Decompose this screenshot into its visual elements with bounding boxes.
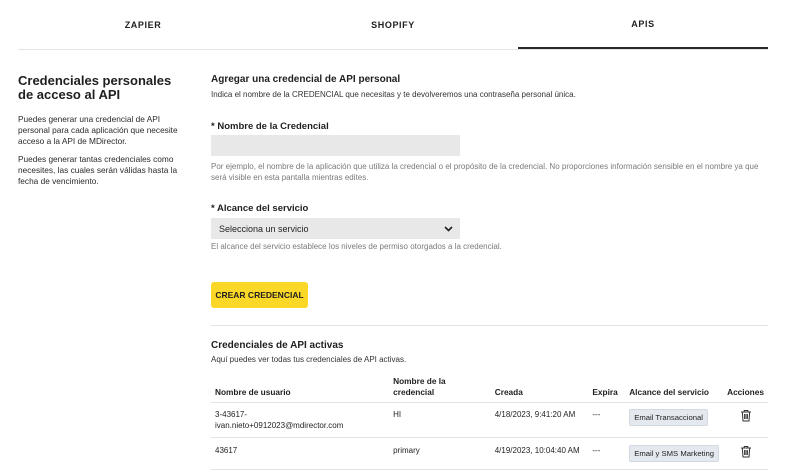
chevron-down-icon	[444, 224, 453, 234]
active-credentials-subtitle: Aquí puedes ver todas tus credenciales d…	[211, 355, 407, 364]
col-actions: Acciones	[723, 372, 768, 403]
credential-name-label: * Nombre de la Credencial	[211, 121, 329, 132]
tab-zapier[interactable]: ZAPIER	[18, 0, 268, 49]
section-divider	[211, 325, 768, 326]
integration-tabs: ZAPIER SHOPIFY APIS	[18, 0, 768, 50]
form-title: Agregar una credencial de API personal	[211, 74, 401, 85]
table-row: 43617 primary 4/19/2023, 10:04:40 AM ---…	[211, 437, 768, 470]
scope-badge: Email Transaccional	[629, 408, 708, 426]
info-paragraph-2: Puedes generar tantas credenciales como …	[18, 154, 178, 186]
credentials-table: Nombre de usuario Nombre de la credencia…	[211, 372, 768, 470]
col-expires: Expira	[588, 372, 626, 403]
cell-credential: primary	[389, 437, 491, 470]
scope-select-value: Selecciona un servicio	[219, 223, 309, 234]
scope-help: El alcance del servicio establece los ni…	[211, 242, 502, 251]
table-row: 3-43617- ivan.nieto+0912023@mdirector.co…	[211, 402, 768, 438]
col-credential-name: Nombre de la credencial	[389, 372, 491, 403]
cell-actions	[723, 402, 768, 438]
info-title: Credenciales personales de acceso al API	[18, 73, 172, 102]
info-paragraph-1: Puedes generar una credencial de API per…	[18, 114, 178, 146]
cell-expires: ---	[588, 402, 626, 438]
col-username: Nombre de usuario	[211, 372, 390, 403]
col-created: Creada	[490, 372, 589, 403]
trash-icon[interactable]	[740, 445, 752, 458]
create-credential-button[interactable]: CREAR CREDENCIAL	[211, 282, 308, 308]
tab-shopify[interactable]: SHOPIFY	[268, 0, 518, 49]
info-panel: Credenciales personales de acceso al API…	[18, 74, 186, 194]
scope-select[interactable]: Selecciona un servicio	[211, 218, 460, 239]
col-scope: Alcance del servicio	[625, 372, 724, 403]
trash-icon[interactable]	[740, 409, 752, 422]
active-credentials-title: Credenciales de API activas	[211, 340, 344, 351]
cell-created: 4/18/2023, 9:41:20 AM	[490, 402, 589, 438]
cell-scope: Email Transaccional	[625, 402, 724, 438]
cell-actions	[723, 437, 768, 470]
cell-expires: ---	[588, 437, 626, 470]
cell-created: 4/19/2023, 10:04:40 AM	[490, 437, 589, 470]
cell-username: 43617	[211, 437, 390, 470]
scope-badge: Email y SMS Marketing	[629, 444, 720, 462]
scope-label: * Alcance del servicio	[211, 203, 309, 214]
form-subtitle: Indica el nombre de la CREDENCIAL que ne…	[211, 90, 576, 99]
credential-name-help: Por ejemplo, el nombre de la aplicación …	[211, 162, 759, 182]
main-panel: Agregar una credencial de API personal I…	[211, 74, 768, 470]
tab-apis[interactable]: APIS	[518, 0, 768, 49]
cell-scope: Email y SMS Marketing	[625, 437, 724, 470]
cell-username: 3-43617- ivan.nieto+0912023@mdirector.co…	[211, 402, 390, 438]
credential-name-input[interactable]	[211, 135, 460, 156]
cell-credential: HI	[389, 402, 491, 438]
